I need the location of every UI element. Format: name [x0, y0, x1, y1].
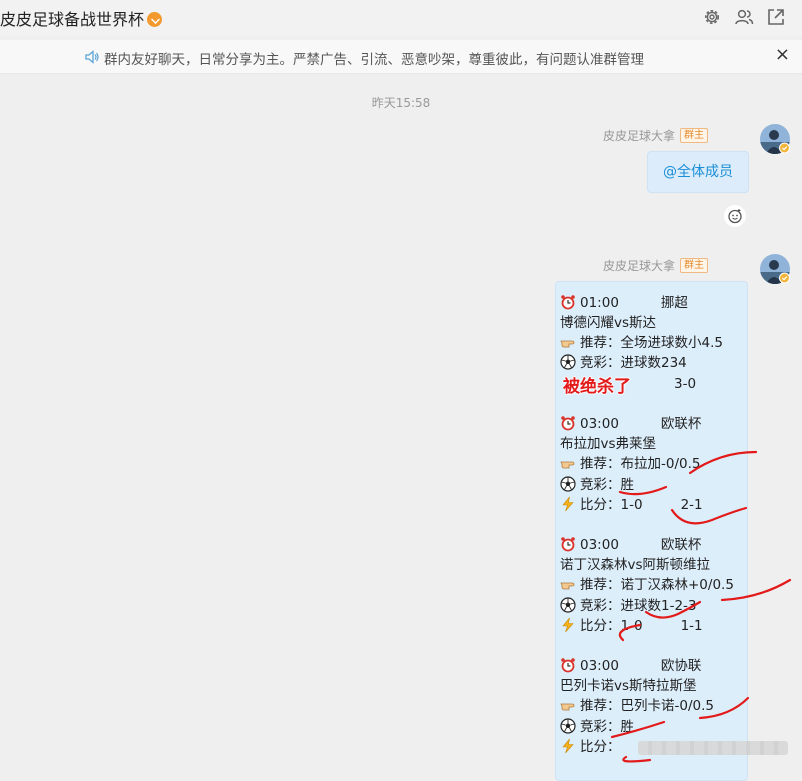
owner-badge: 群主 — [680, 128, 708, 143]
blurred-watermark-area — [638, 741, 788, 755]
soccer-ball-icon — [560, 354, 576, 370]
match-lottery-line: 竞彩：进球数1-2-3 — [560, 597, 697, 615]
match-recommend-line: 推荐：巴列卡诺-0/0.5 — [560, 697, 714, 715]
match-recommend-line: 推荐：布拉加-0/0.5 — [560, 455, 700, 473]
group-title-text: 皮皮足球备战世界杯 — [0, 10, 145, 29]
match-score-line: 比分： — [560, 738, 621, 756]
lottery-text: 竞彩：进球数1-2-3 — [580, 598, 697, 614]
header-toolbar — [702, 7, 786, 27]
pointing-hand-icon — [560, 461, 575, 469]
speaker-icon — [85, 50, 99, 64]
pointing-hand-icon — [560, 703, 575, 711]
match-result: 3-0 — [674, 376, 697, 392]
soccer-ball-icon — [560, 476, 576, 492]
mention-all-text[interactable]: @全体成员 — [663, 164, 733, 180]
match-score-line: 比分：1-0 2-1 — [560, 496, 703, 514]
soccer-ball-icon — [560, 718, 576, 734]
chat-header: 皮皮足球备战世界杯 — [0, 0, 802, 36]
match-recommend-line: 推荐：诺丁汉森林+0/0.5 — [560, 576, 734, 594]
pointing-hand-icon — [560, 340, 575, 348]
gear-icon[interactable] — [702, 7, 722, 27]
match-recommend-line: 推荐：全场进球数小4.5 — [560, 334, 723, 352]
score-text: 比分：1-0 — [580, 497, 643, 513]
emoji-reaction-icon[interactable] — [724, 205, 746, 227]
recommend-text: 推荐：布拉加-0/0.5 — [580, 456, 701, 472]
external-link-icon[interactable] — [766, 7, 786, 27]
match-time-line: 03:00 欧联杯 — [560, 536, 701, 554]
message-sender-row: 皮皮足球大拿 群主 — [603, 257, 708, 274]
sender-name[interactable]: 皮皮足球大拿 — [603, 257, 675, 274]
match-time-line: 03:00 欧协联 — [560, 657, 701, 675]
members-icon[interactable] — [734, 7, 754, 27]
vip-badge-icon — [147, 12, 163, 27]
match-teams: 巴列卡诺vs斯特拉斯堡 — [560, 678, 697, 694]
recommend-text: 推荐：诺丁汉森林+0/0.5 — [580, 577, 734, 593]
group-title: 皮皮足球备战世界杯 — [0, 6, 163, 30]
match-time: 03:00 — [580, 416, 619, 432]
match-lottery-line: 竞彩：胜 — [560, 718, 634, 736]
match-league: 挪超 — [660, 295, 688, 311]
match-teams: 诺丁汉森林vs阿斯顿维拉 — [560, 557, 711, 573]
match-time: 03:00 — [580, 658, 619, 674]
sender-name[interactable]: 皮皮足球大拿 — [603, 127, 675, 144]
alarm-clock-icon — [561, 295, 575, 310]
match-score-line: 比分：1-0 1-1 — [560, 617, 703, 635]
recommend-text: 推荐：巴列卡诺-0/0.5 — [580, 698, 714, 714]
owner-badge: 群主 — [680, 258, 708, 273]
match-result: 2-1 — [680, 497, 703, 513]
match-lottery-line: 竞彩：胜 — [560, 476, 634, 494]
match-lottery-line: 竞彩：进球数234 — [560, 354, 687, 372]
match-time-line: 03:00 欧联杯 — [560, 415, 701, 433]
pointing-hand-icon — [560, 582, 575, 590]
avatar[interactable] — [760, 254, 790, 284]
match-league: 欧协联 — [660, 658, 702, 674]
match-time: 01:00 — [580, 295, 619, 311]
message-sender-row: 皮皮足球大拿 群主 — [603, 127, 708, 144]
alarm-clock-icon — [561, 416, 575, 431]
alarm-clock-icon — [561, 658, 575, 673]
match-time: 03:00 — [580, 537, 619, 553]
group-notice-bar: 群内友好聊天，日常分享为主。严禁广告、引流、恶意吵架，尊重彼此，有问题认准群管理… — [0, 40, 802, 74]
match-league: 欧联杯 — [660, 416, 702, 432]
score-text: 比分： — [580, 739, 621, 755]
lottery-text: 竞彩：进球数234 — [580, 355, 687, 371]
alarm-clock-icon — [561, 537, 575, 552]
match-result: 1-1 — [680, 618, 703, 634]
lightning-icon — [562, 496, 574, 512]
notice-text: 群内友好聊天，日常分享为主。严禁广告、引流、恶意吵架，尊重彼此，有问题认准群管理 — [104, 52, 644, 68]
red-overlay-caption: 被绝杀了 — [562, 376, 631, 397]
soccer-ball-icon — [560, 597, 576, 613]
avatar[interactable] — [760, 124, 790, 154]
lightning-icon — [562, 738, 574, 754]
lottery-text: 竞彩：胜 — [580, 477, 634, 493]
match-time-line: 01:00 挪超 — [560, 294, 688, 312]
lottery-text: 竞彩：胜 — [580, 719, 634, 735]
close-notice-button[interactable]: × — [775, 46, 790, 64]
message-bubble[interactable]: 01:00 挪超 博德闪耀vs斯达 推荐：全场进球数小4.5 竞彩：进球数234 … — [555, 281, 748, 781]
match-league: 欧联杯 — [660, 537, 702, 553]
message-timestamp: 昨天15:58 — [371, 96, 431, 110]
match-teams: 博德闪耀vs斯达 — [560, 315, 657, 331]
recommend-text: 推荐：全场进球数小4.5 — [580, 335, 723, 351]
message-bubble[interactable]: @全体成员 — [647, 151, 749, 193]
score-text: 比分：1-0 — [580, 618, 643, 634]
lightning-icon — [562, 617, 574, 633]
match-teams: 布拉加vs弗莱堡 — [560, 436, 657, 452]
